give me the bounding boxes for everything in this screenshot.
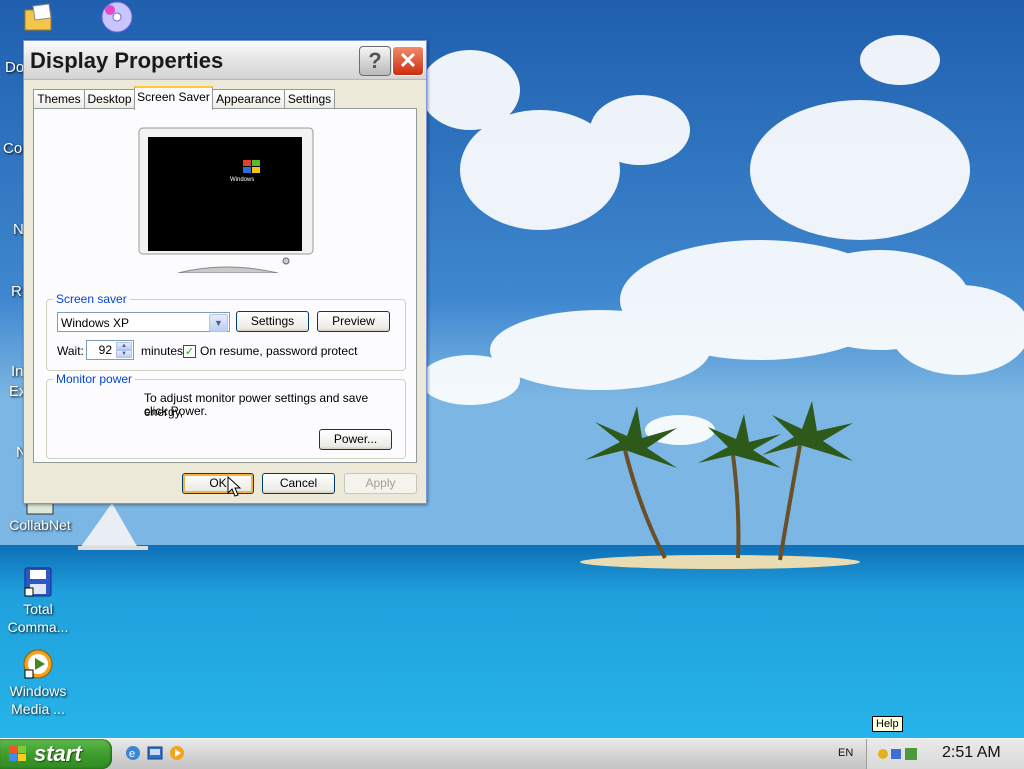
display-properties-window: Display Properties ? ✕ Themes Desktop Sc… xyxy=(23,40,427,504)
power-button[interactable]: Power... xyxy=(319,429,392,450)
screen-saver-preview-button[interactable]: Preview xyxy=(317,311,390,332)
windows-logo-icon xyxy=(9,746,26,761)
desktop-icon-label: CollabNet xyxy=(9,517,71,533)
screen-saver-select[interactable]: Windows XP ▼ xyxy=(57,312,230,332)
tab-screen-saver[interactable]: Screen Saver xyxy=(134,86,213,110)
start-button[interactable]: start xyxy=(0,739,112,769)
wait-value: 92 xyxy=(98,343,112,357)
desktop-icon-label: Media ... xyxy=(11,701,65,717)
desktop-icon-label-clipped[interactable]: R xyxy=(11,283,22,300)
desktop-icon-label: Comma... xyxy=(7,619,69,635)
tray-icons[interactable] xyxy=(875,744,925,764)
floppy-disk-icon xyxy=(24,567,52,597)
desktop-icon-collabnet[interactable]: CollabNet xyxy=(0,500,80,534)
desktop-icon-total-commander[interactable]: Total Comma... xyxy=(0,566,78,636)
wait-label: Wait: xyxy=(57,344,84,358)
group-title-monitor-power: Monitor power xyxy=(53,372,136,386)
mouse-cursor-icon xyxy=(227,476,241,497)
internet-explorer-icon[interactable]: e xyxy=(124,744,142,762)
spin-up-icon[interactable]: ▲ xyxy=(116,342,132,350)
password-protect-label[interactable]: On resume, password protect xyxy=(200,344,357,358)
media-player-icon xyxy=(23,649,53,679)
show-desktop-icon[interactable] xyxy=(146,744,164,762)
screen-saver-settings-button[interactable]: Settings xyxy=(236,311,309,332)
close-button[interactable]: ✕ xyxy=(392,46,424,76)
chevron-down-icon[interactable]: ▼ xyxy=(209,314,228,332)
desktop-icon-label-clipped[interactable]: Do xyxy=(5,59,24,76)
my-documents-icon[interactable] xyxy=(23,2,53,32)
language-indicator[interactable]: EN xyxy=(838,747,853,759)
cd-icon[interactable] xyxy=(100,0,134,34)
screen-saver-selected: Windows XP xyxy=(61,316,130,330)
media-player-quicklaunch-icon[interactable] xyxy=(168,744,186,762)
monitor-power-group: Monitor power To adjust monitor power se… xyxy=(46,372,406,459)
tab-themes[interactable]: Themes xyxy=(33,89,85,108)
window-title: Display Properties xyxy=(30,48,224,73)
clock[interactable]: 2:51 AM xyxy=(942,744,1001,762)
start-label: start xyxy=(34,741,82,766)
group-title-screen-saver: Screen saver xyxy=(53,292,130,306)
apply-button[interactable]: Apply xyxy=(344,473,417,494)
spin-down-icon[interactable]: ▼ xyxy=(116,350,132,358)
title-bar[interactable]: Display Properties ? ✕ xyxy=(24,41,426,80)
desktop-icon-label-clipped[interactable]: In xyxy=(11,363,24,380)
cancel-button[interactable]: Cancel xyxy=(262,473,335,494)
minutes-label: minutes xyxy=(141,344,184,358)
screen-saver-panel: Windows Screen saver Windows XP ▼ Settin… xyxy=(33,108,417,463)
monitor-preview: Windows xyxy=(138,127,314,273)
wait-minutes-stepper[interactable]: 92 ▲ ▼ xyxy=(86,340,134,360)
tab-settings[interactable]: Settings xyxy=(284,89,335,108)
desktop-icon-label: Windows xyxy=(9,683,67,699)
desktop-icon-label-clipped[interactable]: Co xyxy=(3,140,22,157)
preview-logo-text: Windows xyxy=(230,177,254,183)
monitor-power-text: click Power. xyxy=(144,404,208,418)
svg-text:e: e xyxy=(129,748,135,760)
password-protect-checkbox[interactable]: ✓ xyxy=(183,345,196,358)
tooltip: Help xyxy=(872,716,903,732)
desktop-icon-windows-media[interactable]: Windows Media ... xyxy=(0,648,78,718)
tab-appearance[interactable]: Appearance xyxy=(212,89,285,108)
taskbar: start e EN 2:51 AM xyxy=(0,738,1024,769)
screen-saver-group: Screen saver Windows XP ▼ Settings Previ… xyxy=(46,292,406,371)
help-button[interactable]: ? xyxy=(359,46,391,76)
tab-desktop[interactable]: Desktop xyxy=(84,89,135,108)
ok-button[interactable]: OK xyxy=(182,473,254,494)
spinner-buttons[interactable]: ▲ ▼ xyxy=(116,342,132,358)
desktop-icon-label: Total xyxy=(23,601,53,617)
